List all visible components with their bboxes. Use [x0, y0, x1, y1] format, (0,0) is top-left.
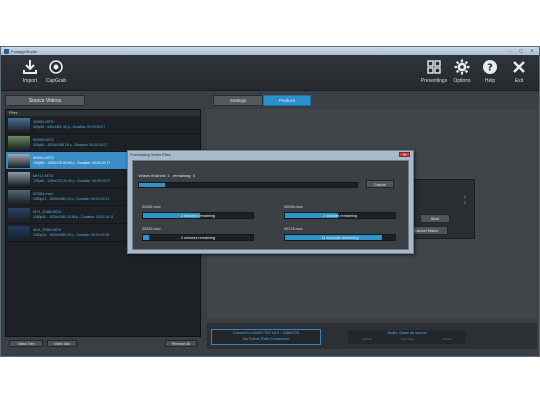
video-info-button[interactable]: Video Info — [47, 340, 77, 347]
gear-icon — [454, 59, 470, 75]
file-name: 00001.MTS — [33, 155, 54, 160]
close-icon — [513, 61, 525, 73]
dialog-title: Processing Video Files — [130, 152, 171, 157]
file-meta: 720p60 - 1280x720 29.94 p - Duration: 00… — [33, 179, 111, 183]
file-name: MVI_2089.MOV — [33, 227, 62, 232]
file-meta: 000p60 - 1920x1080 25 p - Duration: 00:0… — [33, 143, 108, 147]
video-thumbnail — [8, 136, 30, 150]
exit-button[interactable]: Exit — [504, 59, 534, 87]
minimize-button[interactable]: – — [506, 48, 514, 53]
job-progress-bar: 11 seconds remaining — [284, 234, 396, 241]
overall-progress-bar — [138, 182, 358, 188]
capgrab-button[interactable]: CapGrab — [41, 59, 71, 87]
presets-label: Presentings — [420, 78, 448, 84]
exit-label: Exit — [514, 78, 524, 84]
job-remaining-text: 11 seconds remaining — [321, 236, 359, 240]
audio-option[interactable]: Default — [362, 336, 372, 342]
overall-status: Videos finished: 1 , remaining: 3 — [138, 173, 195, 178]
video-thumbnail — [8, 118, 30, 132]
capgrab-label: CapGrab — [45, 78, 67, 84]
tab-source-videos[interactable]: Source Videos — [5, 95, 85, 106]
file-meta: 1080p24 - 1920x1080 24 p - Duration: 00:… — [33, 197, 110, 201]
file-meta: 720p50 - 1280x720 50.94 p - Duration: 00… — [33, 161, 111, 165]
produce-count-1: 0 — [464, 194, 467, 199]
file-meta: 000p30 - 640x480x 30 p - Duration: 00:00… — [33, 125, 106, 129]
app-icon — [4, 48, 9, 54]
job-progress-bar: 2 minutes remaining — [284, 212, 396, 219]
capgrab-icon — [49, 60, 63, 74]
job-progress-bar: 2 minutes remaining — [142, 234, 254, 241]
convert-settings[interactable]: Convert to H264V 720 16:9 - 1280x720 No … — [211, 329, 321, 345]
options-button[interactable]: Options — [447, 59, 477, 87]
help-button[interactable]: ? Help — [475, 59, 505, 87]
status-bar: Convert to H264V 720 16:9 - 1280x720 No … — [207, 323, 537, 349]
file-meta: 1080p25 - 1920x1080 25 p - Duration: 00:… — [33, 233, 110, 237]
start-button[interactable]: Start — [420, 214, 450, 223]
audio-option[interactable]: Normalize — [401, 336, 415, 342]
window-title: FootageStudio — [11, 48, 38, 54]
video-thumbnail — [8, 190, 30, 204]
file-meta: 1080p30 - 1920x1080 23.98 p - Duration: … — [33, 215, 114, 219]
title-bar[interactable]: FootageStudio – ▢ ✕ — [1, 47, 539, 55]
svg-text:?: ? — [487, 63, 493, 74]
file-name: MVI_2288.MOV — [33, 209, 62, 214]
dialog-cancel-button[interactable]: Cancel — [366, 180, 394, 188]
presets-grid-icon — [427, 60, 441, 74]
help-icon: ? — [483, 60, 497, 74]
file-row[interactable]: 00001.MTS 000p30 - 640x480x 30 p - Durati… — [6, 116, 200, 134]
job-remaining-text: 2 minutes remaining — [180, 214, 216, 218]
presets-button[interactable]: Presentings — [419, 59, 449, 87]
job-file-name: 00284.mov — [142, 227, 161, 231]
video-thumbnail — [8, 226, 30, 240]
file-name: 00060.MTS — [33, 137, 54, 142]
job-item: 00284.mov 2 minutes remaining — [142, 226, 272, 241]
video-trim-button[interactable]: Video Trim — [9, 340, 43, 347]
help-label: Help — [484, 78, 496, 84]
file-name: MH13.MTS — [33, 173, 54, 178]
overall-progress-fill — [139, 183, 166, 187]
convert-line-2: No Frame Rate Conversion — [242, 337, 290, 341]
options-label: Options — [453, 78, 471, 84]
job-remaining-text: 2 minutes remaining — [322, 214, 358, 218]
import-icon — [23, 60, 37, 74]
job-item: 00178.mov 11 seconds remaining — [284, 226, 414, 241]
audio-settings[interactable]: Audio: Same as source Default Normalize … — [347, 329, 467, 345]
job-item: 00281.mov 2 minutes remaining — [142, 204, 272, 219]
produce-count-2: 0 — [464, 200, 467, 205]
file-name: 00001.MTS — [33, 119, 54, 124]
video-thumbnail — [8, 154, 30, 168]
job-remaining-text: 2 minutes remaining — [180, 236, 216, 240]
job-progress-bar: 2 minutes remaining — [142, 212, 254, 219]
audio-option[interactable]: Preset — [443, 336, 452, 342]
dialog-close-button[interactable]: ✕ — [399, 152, 410, 157]
window-close-button[interactable]: ✕ — [528, 48, 536, 53]
main-toolbar: Import CapGrab Presentings Options ? Hel… — [1, 55, 539, 91]
job-file-name: 00281.mov — [142, 205, 161, 209]
video-thumbnail — [8, 172, 30, 186]
maximize-button[interactable]: ▢ — [517, 48, 525, 53]
tab-settings[interactable]: Settings — [213, 95, 263, 106]
file-name: 00384.mov — [33, 191, 53, 196]
job-item: 00056.mov 2 minutes remaining — [284, 204, 414, 219]
tab-produce[interactable]: Produce — [263, 95, 311, 106]
job-file-name: 00056.mov — [284, 205, 303, 209]
processing-dialog: Processing Video Files ✕ Videos finished… — [127, 150, 414, 254]
video-thumbnail — [8, 208, 30, 222]
job-file-name: 00178.mov — [284, 227, 303, 231]
remove-all-button[interactable]: Remove All — [165, 340, 197, 347]
